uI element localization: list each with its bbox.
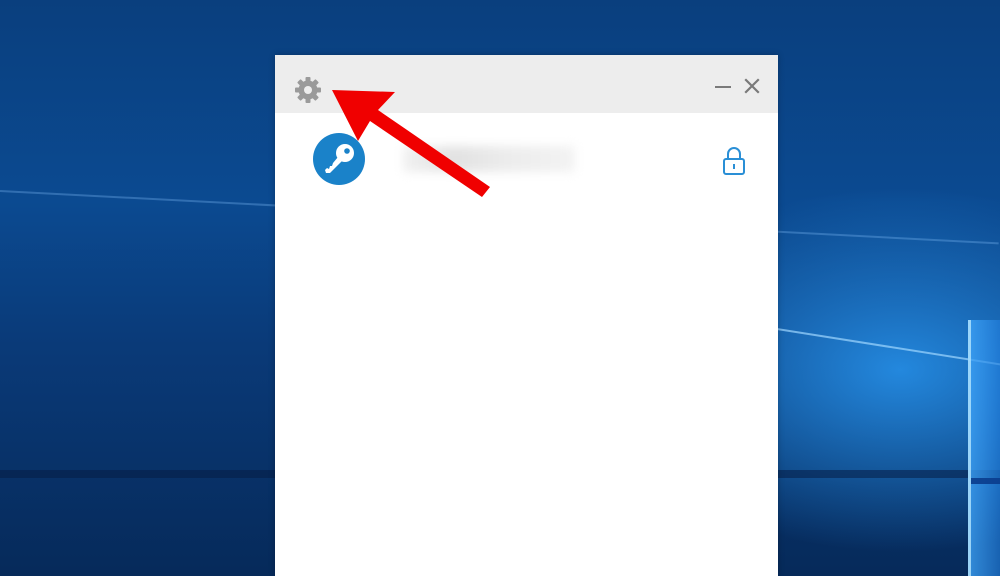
key-icon: [325, 144, 354, 173]
wallpaper-windows-logo: [968, 320, 1000, 576]
minimize-icon: [715, 86, 731, 88]
minimize-button[interactable]: [713, 77, 733, 97]
settings-button[interactable]: [293, 75, 323, 105]
account-name: [403, 146, 575, 172]
close-icon: [744, 78, 760, 94]
gear-icon: [295, 77, 321, 103]
app-window: [275, 55, 778, 576]
close-button[interactable]: [741, 75, 763, 97]
lock-icon: [723, 147, 745, 175]
lock-button[interactable]: [720, 145, 748, 177]
title-bar: [275, 55, 778, 113]
account-avatar: [313, 133, 365, 185]
wallpaper-logo-divider: [971, 478, 1000, 484]
account-row[interactable]: [275, 113, 778, 203]
